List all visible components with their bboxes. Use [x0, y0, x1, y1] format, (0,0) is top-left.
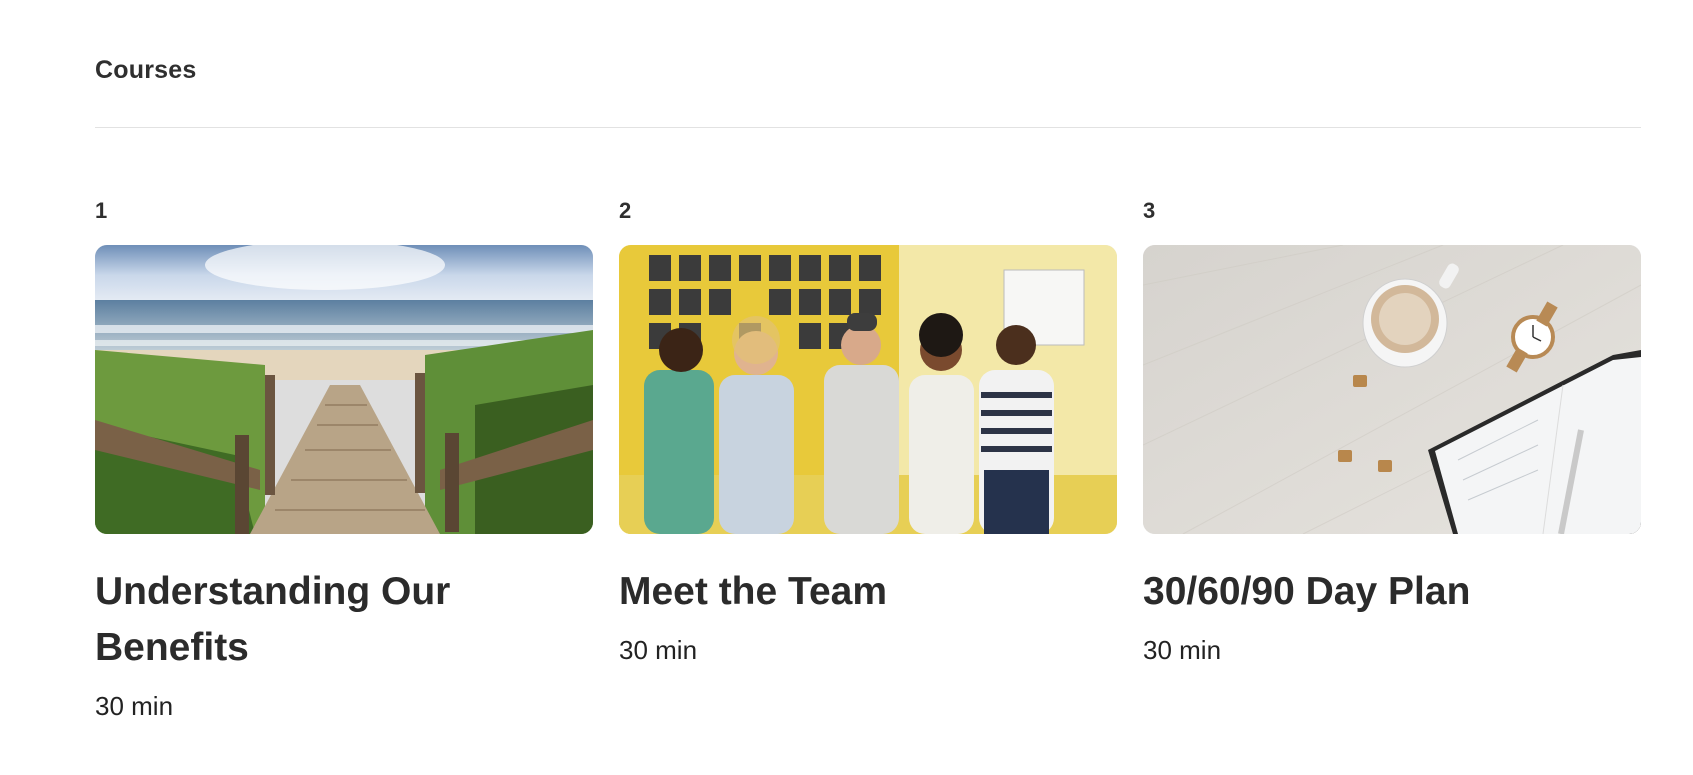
course-index: 2 [619, 198, 632, 223]
section-title: Courses [95, 56, 197, 84]
course-index: 3 [1143, 198, 1156, 223]
team-group-photo-image [619, 245, 1117, 534]
course-title[interactable]: Understanding Our Benefits [95, 564, 495, 676]
desk-coffee-planner-image [1143, 245, 1641, 534]
course-card-2[interactable]: 2 Meet the Team 30 min [619, 196, 1117, 723]
course-grid: 1 Understanding Our Benefits 30 min 2 Me… [95, 196, 1641, 723]
course-index: 1 [95, 198, 108, 223]
course-card-1[interactable]: 1 Understanding Our Benefits 30 min [95, 196, 593, 723]
course-card-3[interactable]: 3 30/60/90 Day Plan 30 min [1143, 196, 1641, 723]
course-duration: 30 min [95, 691, 174, 721]
course-thumbnail-desk[interactable] [1143, 245, 1641, 534]
section-divider [95, 127, 1641, 128]
course-thumbnail-beach[interactable] [95, 245, 593, 534]
course-title[interactable]: Meet the Team [619, 564, 1019, 620]
course-duration: 30 min [1143, 635, 1222, 665]
beach-boardwalk-image [95, 245, 593, 534]
course-duration: 30 min [619, 635, 698, 665]
course-title[interactable]: 30/60/90 Day Plan [1143, 564, 1543, 620]
course-thumbnail-team[interactable] [619, 245, 1117, 534]
